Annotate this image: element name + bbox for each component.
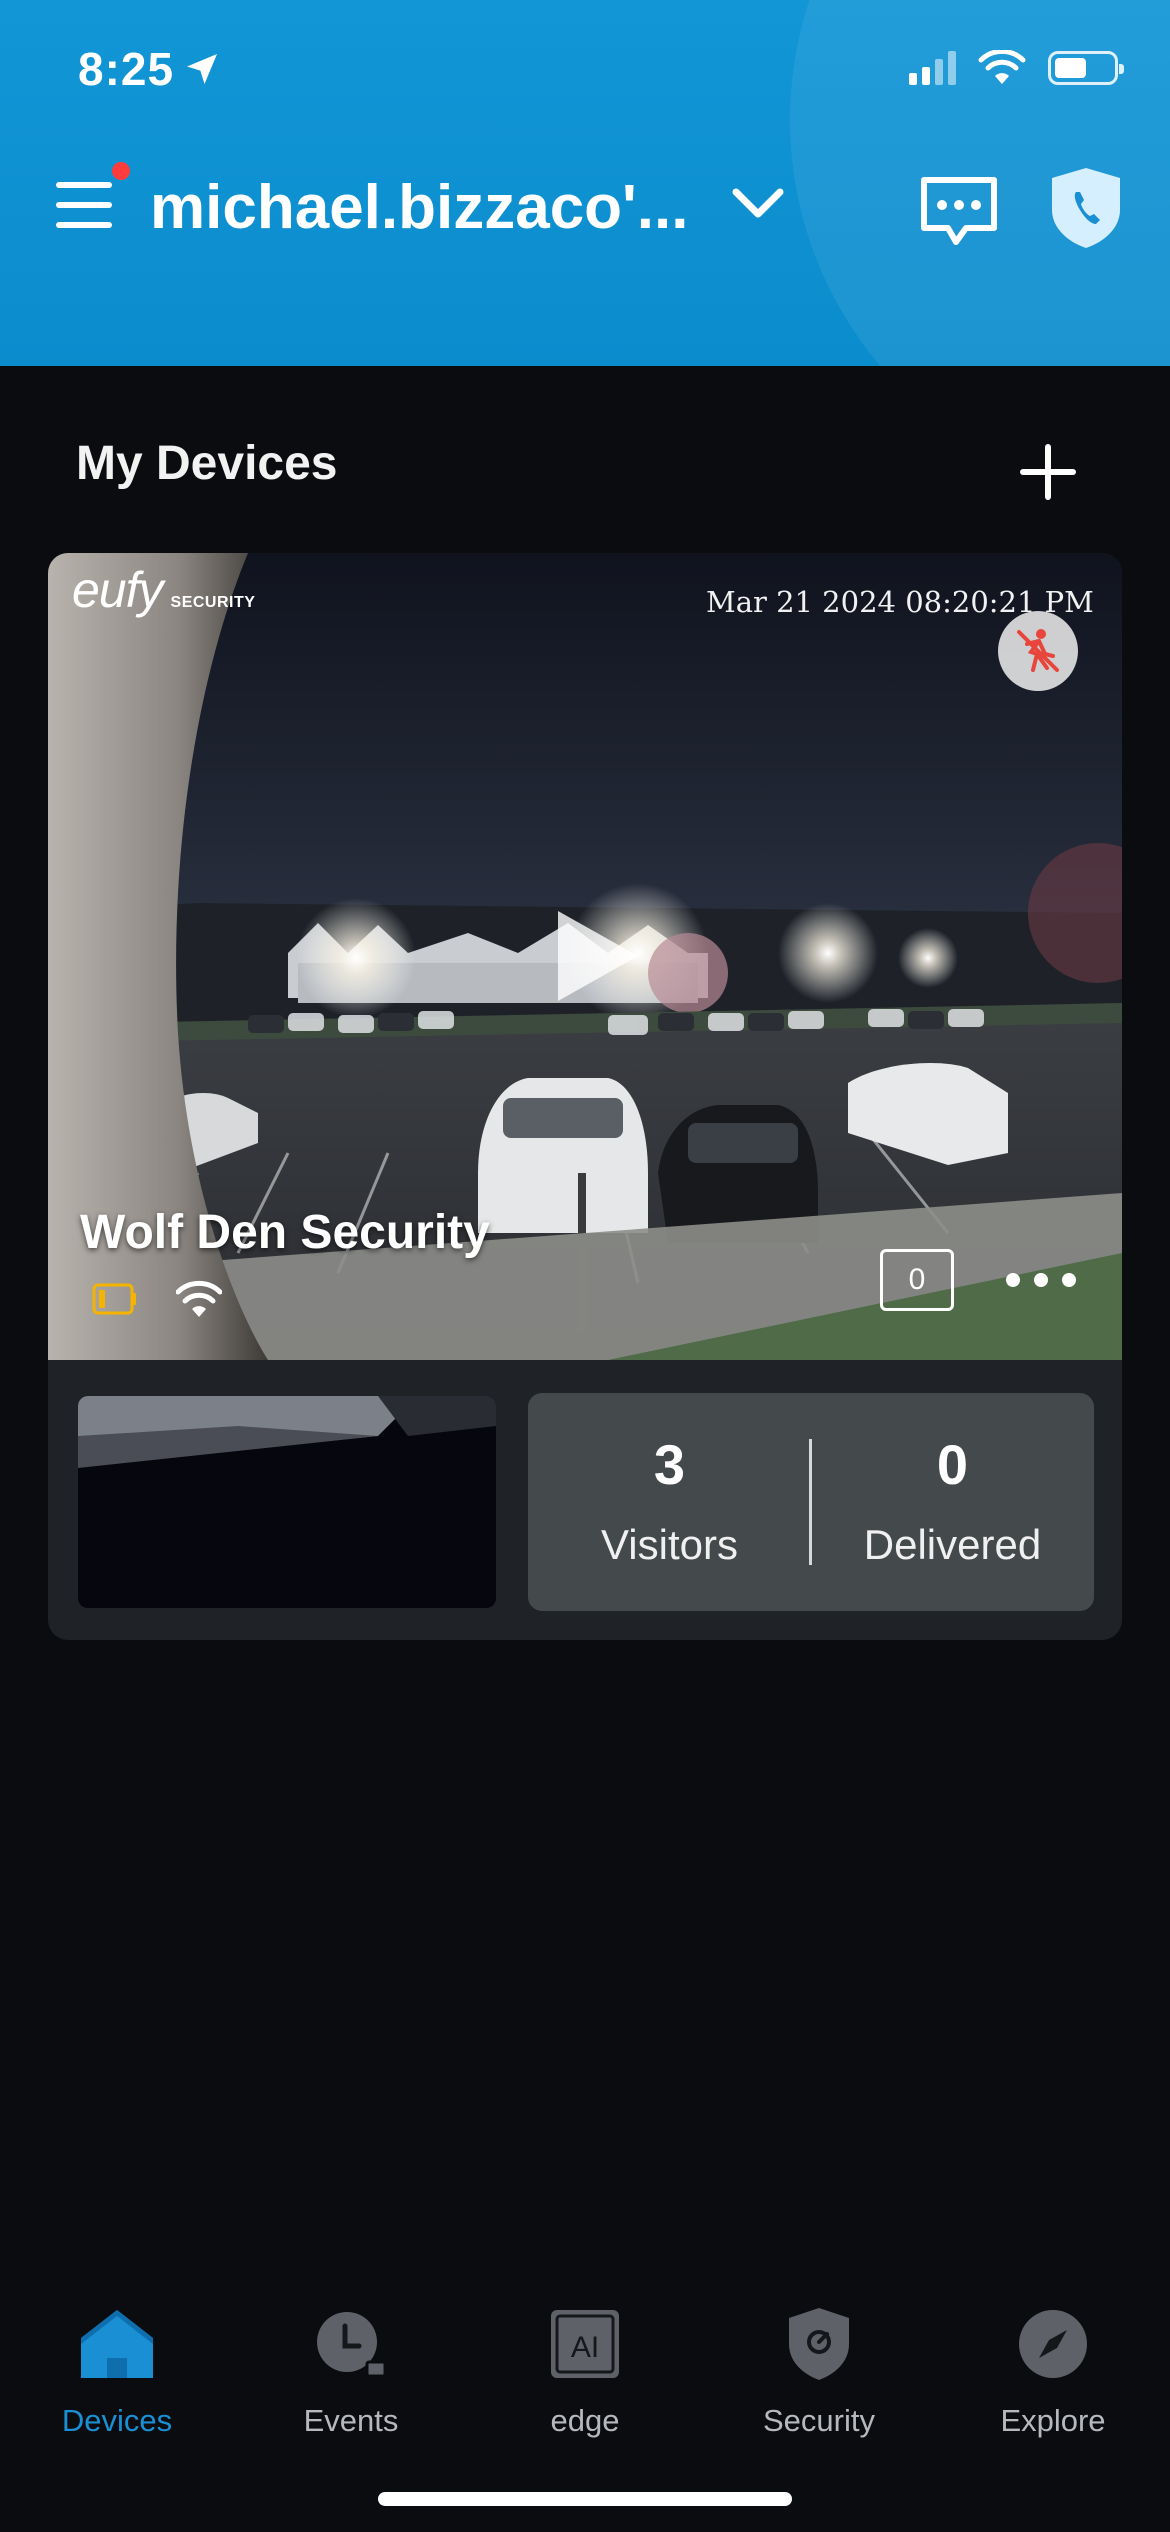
device-battery-icon (92, 1283, 136, 1315)
device-wifi-icon (176, 1280, 222, 1317)
eufy-logo-sub: SECURITY (170, 594, 256, 611)
location-arrow-icon (187, 54, 218, 84)
more-options-button[interactable] (1006, 1265, 1076, 1295)
section-title: My Devices (76, 437, 338, 490)
security-shield-icon (789, 2308, 849, 2380)
app-header: 8:25 michael.bizzaco'... (0, 0, 1170, 366)
menu-button[interactable] (56, 178, 114, 232)
status-icons (909, 50, 1124, 86)
visitors-stat[interactable]: 3 Visitors (528, 1437, 811, 1569)
delivered-count: 0 (936, 1433, 969, 1496)
tab-explore-label: Explore (1000, 2403, 1106, 2438)
motion-detection-icon (1017, 629, 1059, 672)
tab-security[interactable]: Security (702, 2280, 936, 2439)
motion-detection-button[interactable] (998, 611, 1078, 691)
tab-security-label: Security (763, 2403, 875, 2438)
clip-count-button[interactable]: 0 (880, 1249, 954, 1311)
play-icon[interactable] (538, 901, 648, 1011)
visitors-label: Visitors (601, 1521, 738, 1568)
status-time: 8:25 (78, 42, 222, 96)
battery-icon (1048, 51, 1124, 85)
header-title-row: michael.bizzaco'... (0, 160, 1170, 250)
status-bar: 8:25 (0, 0, 1170, 140)
svg-text:AI: AI (571, 2331, 599, 2364)
home-indicator (378, 2492, 792, 2506)
add-device-button[interactable] (1020, 444, 1076, 500)
emergency-call-shield-icon[interactable] (1050, 166, 1122, 250)
compass-icon (1019, 2310, 1087, 2378)
chat-message-icon[interactable] (918, 174, 1000, 250)
notification-dot (112, 162, 130, 180)
tab-events[interactable]: Events (234, 2280, 468, 2439)
wifi-icon (978, 50, 1026, 84)
tab-explore[interactable]: Explore (936, 2280, 1170, 2439)
ai-edge-icon: AI (551, 2310, 619, 2378)
device-card[interactable]: eufy SECURITY Mar 21 2024 08:20:21 PM Wo… (48, 553, 1122, 1640)
camera-feed[interactable]: eufy SECURITY Mar 21 2024 08:20:21 PM Wo… (48, 553, 1122, 1360)
visitors-count: 3 (653, 1433, 686, 1496)
status-time-text: 8:25 (78, 43, 175, 95)
delivered-stat[interactable]: 0 Delivered (811, 1437, 1094, 1569)
bottom-tab-bar: Devices Events AI edge Security Explore (0, 2280, 1170, 2440)
eufy-security-logo: eufy SECURITY (72, 561, 255, 619)
cellular-signal-icon (909, 51, 956, 85)
home-icon (81, 2310, 153, 2378)
device-name: Wolf Den Security (80, 1206, 490, 1259)
tab-edge[interactable]: AI edge (468, 2280, 702, 2439)
chevron-down-icon[interactable] (728, 178, 788, 228)
tab-events-label: Events (303, 2403, 399, 2438)
app-screen: 8:25 michael.bizzaco'... My Devices eufy… (0, 0, 1170, 2532)
visitor-stats-panel[interactable]: 3 Visitors 0 Delivered (528, 1393, 1094, 1611)
clip-count: 0 (908, 1263, 926, 1296)
eufy-logo-text: eufy (72, 562, 164, 618)
delivered-label: Delivered (863, 1521, 1042, 1568)
account-title[interactable]: michael.bizzaco'... (150, 172, 688, 243)
events-clock-icon (317, 2312, 387, 2378)
event-snapshot-thumbnail[interactable] (78, 1396, 496, 1608)
snapshot-image (78, 1396, 496, 1608)
tab-devices-label: Devices (61, 2403, 173, 2438)
tab-devices[interactable]: Devices (0, 2280, 234, 2439)
tab-edge-label: edge (550, 2403, 620, 2438)
